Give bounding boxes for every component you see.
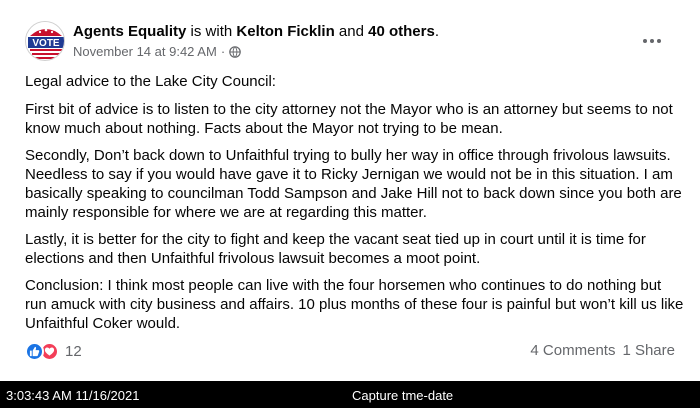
post-card: VOTE Agents Equality is with Kelton Fick…	[0, 0, 700, 380]
post-stats: 4 Comments 1 Share	[530, 342, 675, 359]
shares-count[interactable]: 1 Share	[622, 342, 675, 359]
with-text: is with	[190, 23, 233, 40]
capture-label: Capture tme-date	[352, 388, 454, 403]
meta-separator: ·	[220, 44, 226, 59]
dot-icon	[643, 39, 647, 43]
post-header: VOTE Agents Equality is with Kelton Fick…	[25, 19, 680, 63]
dot-icon	[650, 39, 654, 43]
post-paragraph: First bit of advice is to listen to the …	[25, 101, 673, 137]
post-paragraph: Secondly, Don’t back down to Unfaithful …	[25, 147, 682, 221]
post-paragraph: Lastly, it is better for the city to fig…	[25, 231, 646, 267]
capture-bar: 3:03:43 AM 11/16/2021 Capture tme-date	[0, 381, 700, 408]
post-footer: 12 4 Comments 1 Share	[25, 340, 675, 362]
period: .	[434, 23, 439, 40]
author-line: Agents Equality is with Kelton Ficklin a…	[73, 23, 439, 41]
post-timestamp[interactable]: November 14 at 9:42 AM	[73, 44, 217, 60]
capture-timestamp: 3:03:43 AM 11/16/2021	[6, 388, 140, 403]
reaction-count: 12	[65, 343, 82, 360]
globe-icon[interactable]	[229, 46, 241, 58]
post-meta: November 14 at 9:42 AM ·	[73, 44, 241, 60]
tagged-person[interactable]: Kelton Ficklin	[236, 23, 334, 40]
post-body: Legal advice to the Lake City Council: F…	[25, 72, 685, 341]
more-options-icon[interactable]	[639, 31, 665, 51]
avatar[interactable]: VOTE	[25, 21, 65, 61]
post-paragraph: Conclusion: I think most people can live…	[25, 277, 684, 332]
post-paragraph: Legal advice to the Lake City Council:	[25, 73, 276, 90]
like-reaction-icon	[25, 342, 44, 361]
author-name[interactable]: Agents Equality	[73, 23, 186, 40]
comments-count[interactable]: 4 Comments	[530, 342, 615, 359]
vote-logo-icon: VOTE	[26, 22, 64, 59]
svg-text:VOTE: VOTE	[32, 38, 60, 49]
tagged-others[interactable]: 40 others	[368, 23, 435, 40]
dot-icon	[657, 39, 661, 43]
and-text: and	[338, 23, 364, 40]
reactions-summary[interactable]: 12	[25, 342, 82, 361]
